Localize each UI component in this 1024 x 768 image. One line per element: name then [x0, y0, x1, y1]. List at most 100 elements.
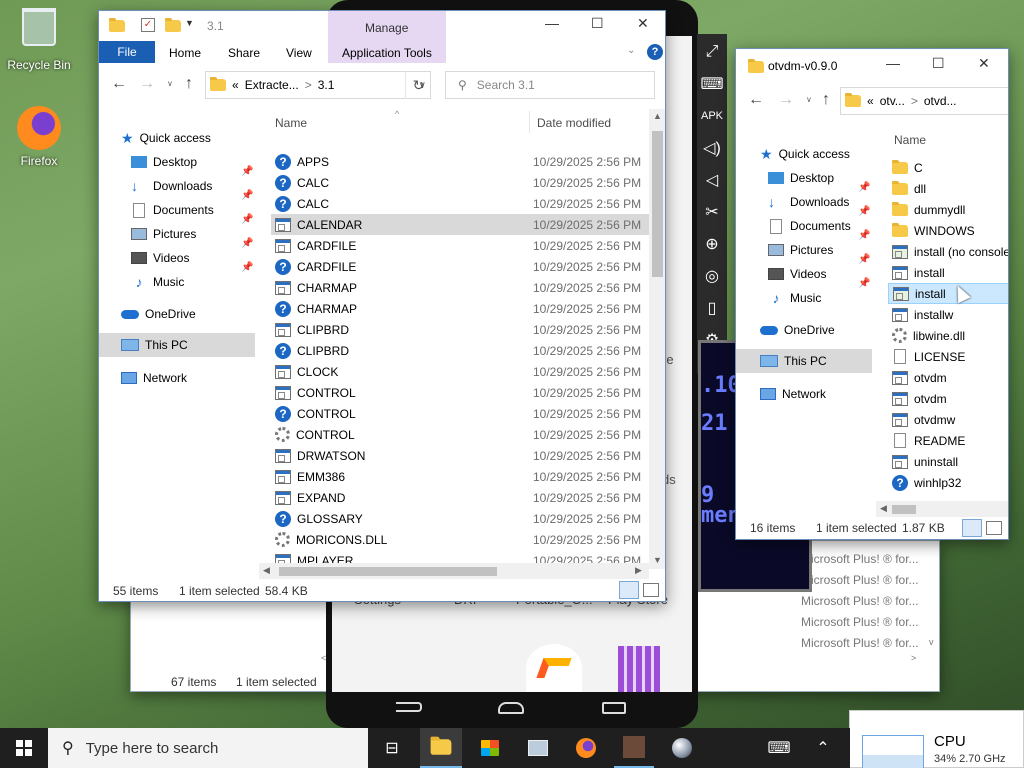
nav-pictures[interactable]: Pictures — [131, 223, 196, 245]
column-header-date[interactable]: Date modified — [537, 116, 611, 130]
minimize-button[interactable]: — — [545, 15, 559, 31]
nav-this-pc[interactable]: This PC — [736, 349, 872, 373]
scroll-left-icon[interactable]: ◀ — [263, 565, 270, 576]
file-row[interactable]: ? GLOSSARY 10/29/2025 2:56 PM — [271, 508, 649, 529]
nav-videos[interactable]: Videos — [768, 263, 826, 285]
scroll-thumb[interactable] — [652, 131, 663, 277]
apk-icon[interactable]: APK — [697, 102, 727, 130]
file-row[interactable]: CLOCK 10/29/2025 2:56 PM — [271, 361, 649, 382]
forward-button[interactable]: → — [778, 91, 794, 109]
column-header-name[interactable]: Name — [275, 116, 307, 130]
cpu-widget[interactable]: CPU 34% 2.70 GHz — [849, 710, 1024, 768]
file-row[interactable]: ? CALC 10/29/2025 2:56 PM — [271, 172, 649, 193]
file-row[interactable]: ? CLIPBRD 10/29/2025 2:56 PM — [271, 340, 649, 361]
file-row[interactable]: EMM386 10/29/2025 2:56 PM — [271, 466, 649, 487]
keyboard-tray-icon[interactable]: ⌨ — [764, 728, 794, 768]
file-explorer-taskbar-icon[interactable] — [420, 728, 462, 768]
large-icons-view-icon[interactable] — [986, 521, 1002, 535]
tab-application-tools[interactable]: Application Tools — [342, 46, 432, 60]
file-row[interactable]: ? CALC 10/29/2025 2:56 PM — [271, 193, 649, 214]
horizontal-scrollbar[interactable]: ◀ — [876, 501, 1008, 517]
explorer-window-3-1[interactable]: ✓ ▼ 3.1 Manage — ☐ ✕ File Home Share Vie… — [98, 10, 666, 602]
fullscreen-icon[interactable]: ⤢ — [697, 38, 727, 66]
store-taskbar-icon[interactable] — [470, 728, 510, 768]
file-row[interactable]: installw — [888, 304, 1008, 325]
scroll-down-icon[interactable]: ▼ — [653, 555, 662, 565]
scissors-icon[interactable]: ✂ — [697, 198, 727, 226]
file-row[interactable]: ? CONTROL 10/29/2025 2:56 PM — [271, 403, 649, 424]
scroll-thumb-h[interactable] — [892, 505, 916, 514]
task-view-icon[interactable]: ⊟ — [374, 728, 410, 768]
file-row[interactable]: ? CARDFILE 10/29/2025 2:56 PM — [271, 256, 649, 277]
tab-home[interactable]: Home — [169, 46, 201, 60]
file-row[interactable]: WINDOWS — [888, 220, 1008, 241]
expand-ribbon-icon[interactable]: ⌄ — [627, 45, 635, 56]
nav-videos[interactable]: Videos — [131, 247, 189, 269]
back-button[interactable]: ← — [748, 91, 764, 109]
breadcrumb-otvd[interactable]: otvd... — [924, 94, 957, 108]
volume-down-icon[interactable]: ◁ — [697, 166, 727, 194]
up-button[interactable]: ↑ — [185, 75, 193, 93]
add-window-icon[interactable]: ⊕ — [697, 230, 727, 258]
search-box[interactable]: ⚲ Search 3.1 — [445, 71, 655, 99]
breadcrumb-extracted[interactable]: Extracte... — [245, 78, 299, 92]
nav-desktop[interactable]: Desktop — [131, 151, 197, 173]
scroll-up-icon[interactable]: ▲ — [653, 111, 662, 121]
file-row[interactable]: CONTROL 10/29/2025 2:56 PM — [271, 382, 649, 403]
file-row[interactable]: uninstall — [888, 451, 1008, 472]
nav-music[interactable]: ♪ Music — [131, 271, 185, 293]
maximize-button[interactable]: ☐ — [591, 15, 604, 32]
scroll-thumb-h[interactable] — [279, 567, 497, 576]
bg-scroll-down-arrow[interactable]: v — [929, 637, 934, 647]
tab-file[interactable]: File — [99, 41, 155, 63]
nav-quick-access[interactable]: ★ Quick access — [760, 143, 850, 165]
explorer-window-otvdm[interactable]: otvdm-v0.9.0 — ☐ ✕ ← → ∨ ↑ « otv... > ot… — [735, 48, 1009, 540]
vertical-scrollbar[interactable]: ▲ ▼ — [649, 109, 665, 569]
breadcrumb-3-1[interactable]: 3.1 — [318, 78, 335, 92]
recycle-bin-shortcut[interactable]: Recycle Bin — [6, 8, 72, 74]
nav-onedrive[interactable]: OneDrive — [121, 303, 196, 325]
details-view-icon[interactable] — [962, 519, 982, 537]
file-row[interactable]: MORICONS.DLL 10/29/2025 2:56 PM — [271, 529, 649, 550]
firefox-shortcut[interactable]: Firefox — [6, 106, 72, 172]
nav-quick-access[interactable]: ★ Quick access — [121, 127, 211, 149]
file-row[interactable]: otvdmw — [888, 409, 1008, 430]
show-hidden-icons[interactable]: ⌃ — [810, 728, 836, 768]
file-row[interactable]: dll — [888, 178, 1008, 199]
recent-locations-icon[interactable]: ∨ — [167, 79, 173, 88]
photos-taskbar-icon[interactable] — [518, 728, 558, 768]
home-nav-icon[interactable] — [498, 702, 524, 714]
file-row[interactable]: ? APPS 10/29/2025 2:56 PM — [271, 151, 649, 172]
close-button[interactable]: ✕ — [637, 15, 649, 32]
help-icon[interactable]: ? — [647, 44, 663, 60]
file-row[interactable]: EXPAND 10/29/2025 2:56 PM — [271, 487, 649, 508]
properties-icon[interactable]: ✓ — [141, 18, 155, 32]
scroll-right-icon[interactable]: ▶ — [635, 565, 642, 576]
file-row[interactable]: libwine.dll — [888, 325, 1008, 346]
recent-locations-icon[interactable]: ∨ — [806, 95, 812, 104]
refresh-button[interactable]: ↻ — [405, 71, 431, 99]
firefox-taskbar-icon[interactable] — [566, 728, 606, 768]
app-taskbar-icon[interactable] — [614, 728, 654, 768]
file-row[interactable]: install — [888, 283, 1008, 304]
file-row[interactable]: CALENDAR 10/29/2025 2:56 PM — [271, 214, 649, 235]
quick-access-dropdown-icon[interactable]: ▼ — [185, 18, 194, 28]
file-row[interactable]: CHARMAP 10/29/2025 2:56 PM — [271, 277, 649, 298]
file-row[interactable]: CONTROL 10/29/2025 2:56 PM — [271, 424, 649, 445]
tab-view[interactable]: View — [286, 46, 312, 60]
file-row[interactable]: LICENSE — [888, 346, 1008, 367]
nav-downloads[interactable]: ↓ Downloads — [768, 191, 849, 213]
nav-documents[interactable]: Documents — [768, 215, 851, 237]
minimize-button[interactable]: — — [886, 55, 900, 71]
start-button[interactable] — [0, 728, 48, 768]
file-row[interactable]: CLIPBRD 10/29/2025 2:56 PM — [271, 319, 649, 340]
file-row[interactable]: otvdm — [888, 367, 1008, 388]
location-icon[interactable]: ◎ — [697, 262, 727, 290]
nav-this-pc[interactable]: This PC — [99, 333, 255, 357]
maximize-button[interactable]: ☐ — [932, 55, 945, 72]
file-row[interactable]: install — [888, 262, 1008, 283]
phone-app-icon-grid[interactable] — [618, 646, 660, 692]
column-header-name[interactable]: Name — [894, 133, 926, 147]
scroll-left-icon[interactable]: ◀ — [880, 503, 887, 514]
nav-pictures[interactable]: Pictures — [768, 239, 833, 261]
